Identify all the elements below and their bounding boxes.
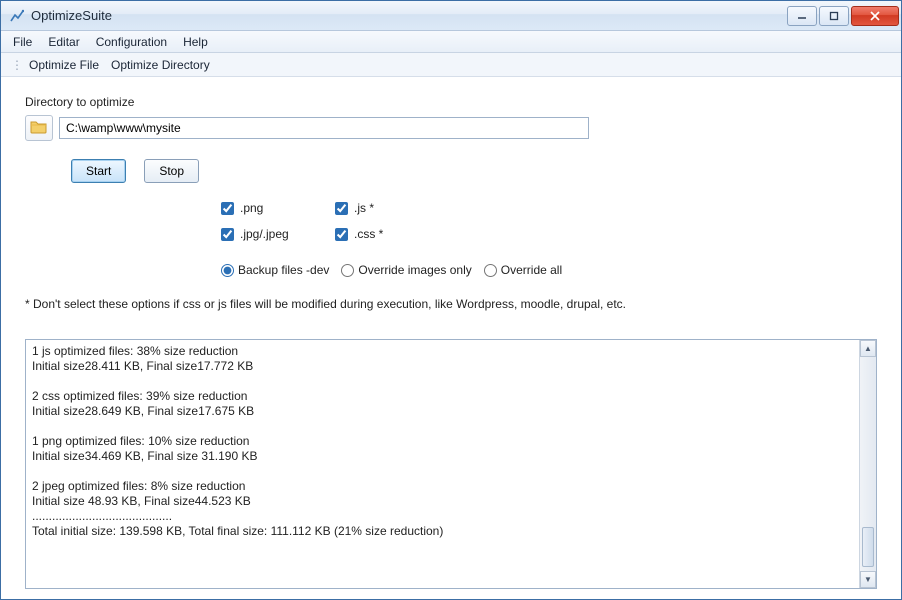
titlebar[interactable]: OptimizeSuite: [1, 1, 901, 31]
close-button[interactable]: [851, 6, 899, 26]
check-png[interactable]: .png: [221, 201, 331, 215]
radio-override-images[interactable]: Override images only: [341, 263, 471, 277]
check-css[interactable]: .css *: [335, 227, 445, 241]
menu-help[interactable]: Help: [175, 33, 216, 51]
radio-override-images-label: Override images only: [358, 263, 471, 277]
output-text[interactable]: 1 js optimized files: 38% size reduction…: [26, 340, 859, 588]
scrollbar[interactable]: ▲ ▼: [859, 340, 876, 588]
radio-backup[interactable]: Backup files -dev: [221, 263, 329, 277]
output-panel: 1 js optimized files: 38% size reduction…: [25, 339, 877, 589]
radio-override-all-label: Override all: [501, 263, 562, 277]
scroll-up-button[interactable]: ▲: [860, 340, 876, 357]
check-js-label: .js *: [354, 201, 374, 215]
start-button[interactable]: Start: [71, 159, 126, 183]
tab-optimize-file[interactable]: Optimize File: [25, 56, 103, 74]
directory-input[interactable]: [59, 117, 589, 139]
app-window: OptimizeSuite File Editar Configuration …: [0, 0, 902, 600]
content-area: Directory to optimize Start Stop .png .j…: [1, 77, 901, 599]
checkbox-jpg[interactable]: [221, 228, 234, 241]
check-png-label: .png: [240, 201, 263, 215]
window-title: OptimizeSuite: [31, 8, 785, 23]
browse-folder-button[interactable]: [25, 115, 53, 141]
check-js[interactable]: .js *: [335, 201, 445, 215]
directory-row: [25, 115, 877, 141]
checkbox-css[interactable]: [335, 228, 348, 241]
directory-label: Directory to optimize: [25, 95, 877, 109]
radio-backup-label: Backup files -dev: [238, 263, 329, 277]
checkbox-js[interactable]: [335, 202, 348, 215]
check-css-label: .css *: [354, 227, 383, 241]
check-jpg[interactable]: .jpg/.jpeg: [221, 227, 331, 241]
scroll-track[interactable]: [860, 357, 876, 571]
menu-file[interactable]: File: [5, 33, 40, 51]
radio-backup-input[interactable]: [221, 264, 234, 277]
stop-button[interactable]: Stop: [144, 159, 199, 183]
radio-override-images-input[interactable]: [341, 264, 354, 277]
mode-radios: Backup files -dev Override images only O…: [221, 263, 877, 277]
window-controls: [785, 6, 899, 26]
toolbar: ⋮ Optimize File Optimize Directory: [1, 53, 901, 77]
filetype-checks: .png .js * .jpg/.jpeg .css *: [221, 201, 877, 241]
toolbar-grip-icon: ⋮: [11, 58, 21, 72]
footnote: * Don't select these options if css or j…: [25, 297, 877, 311]
menubar: File Editar Configuration Help: [1, 31, 901, 53]
checkbox-png[interactable]: [221, 202, 234, 215]
app-icon: [9, 8, 25, 24]
folder-icon: [30, 119, 48, 138]
scroll-down-button[interactable]: ▼: [860, 571, 876, 588]
scroll-thumb[interactable]: [862, 527, 874, 567]
menu-configuration[interactable]: Configuration: [88, 33, 175, 51]
check-jpg-label: .jpg/.jpeg: [240, 227, 289, 241]
maximize-button[interactable]: [819, 6, 849, 26]
menu-edit[interactable]: Editar: [40, 33, 87, 51]
action-row: Start Stop: [71, 159, 877, 183]
radio-override-all[interactable]: Override all: [484, 263, 562, 277]
minimize-button[interactable]: [787, 6, 817, 26]
tab-optimize-directory[interactable]: Optimize Directory: [107, 56, 214, 74]
radio-override-all-input[interactable]: [484, 264, 497, 277]
